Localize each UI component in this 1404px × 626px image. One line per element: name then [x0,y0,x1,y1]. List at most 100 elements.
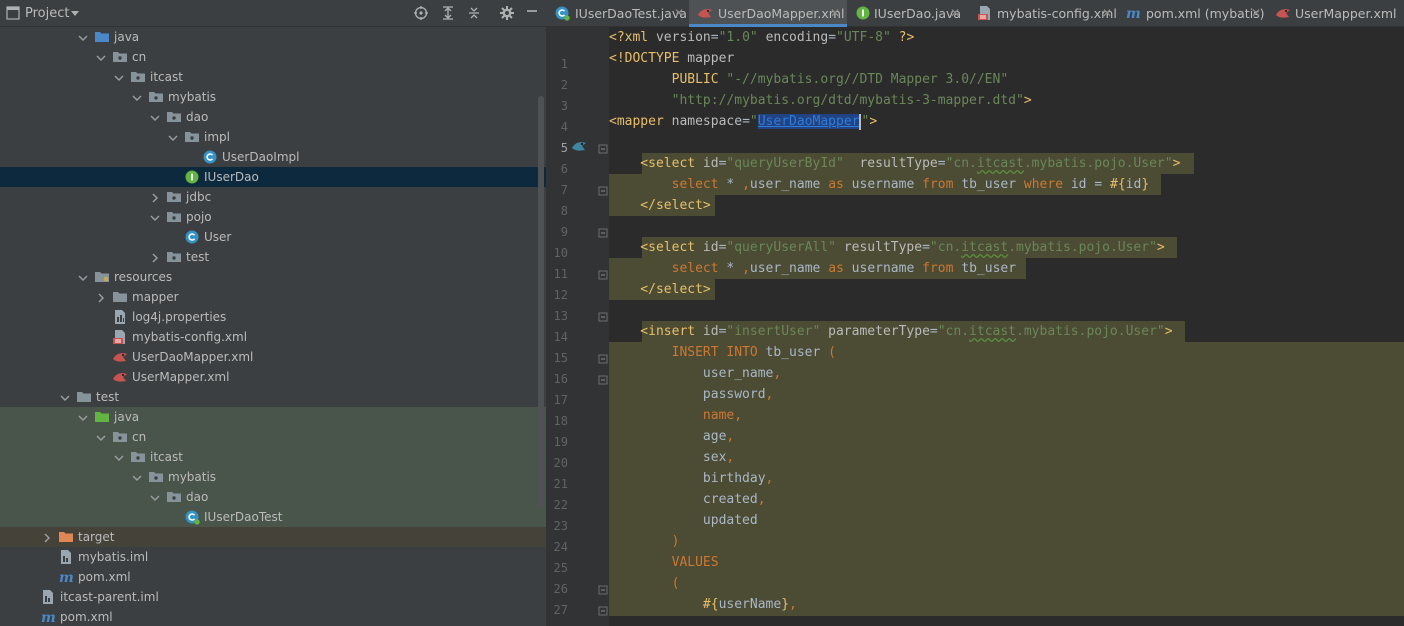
token: "-//mybatis.org//DTD Mapper 3.0//EN" [726,72,1009,87]
chevron-down-icon[interactable] [114,452,124,462]
token: password [609,387,766,402]
collapse-all-icon[interactable] [466,5,482,21]
tree-item[interactable]: impl [0,127,546,147]
close-icon[interactable]: ✕ [1102,6,1112,20]
chevron-down-icon[interactable] [150,112,160,122]
project-panel-header: Project [0,0,546,27]
chevron-right-icon[interactable] [150,192,160,203]
chevron-down-icon[interactable] [168,132,178,142]
chevron-down-icon[interactable] [96,432,106,442]
tree-item[interactable]: dao [0,487,546,507]
tree-item[interactable]: target [0,527,546,547]
expand-all-icon[interactable] [440,5,456,21]
view-dropdown-chevron-icon[interactable] [71,11,79,16]
tab-mybatis-config[interactable]: mybatis-config.xml ✕ [969,0,1117,27]
token: * [718,261,743,276]
token: > [1164,324,1173,339]
tree-item[interactable]: IUserDaoTest [0,507,546,527]
tree-item[interactable]: m pom.xml [0,567,546,587]
tab-pom-xml[interactable]: m pom.xml (mybatis) ✕ [1117,0,1267,27]
fold-toggle-icon[interactable] [598,227,608,238]
token: > [1156,240,1165,255]
token: select [671,261,719,276]
chevron-right-icon[interactable] [150,252,160,263]
tree-item[interactable]: UserDaoMapper.xml [0,347,546,367]
tab-label: pom.xml (mybatis) [1146,6,1265,21]
editor-gutter[interactable]: 1 2 3 4 5 6 7 8 9 10 11 12 13 14 15 16 17 18 19 20 21 22 23 24 2… [546,27,628,626]
fold-toggle-icon[interactable] [598,269,608,280]
close-icon[interactable]: ✕ [1251,6,1261,20]
fold-toggle-icon[interactable] [598,374,608,385]
locate-file-icon[interactable] [413,5,429,21]
tree-item[interactable]: UserDaoImpl [0,147,546,167]
chevron-down-icon[interactable] [150,492,160,502]
chevron-down-icon[interactable] [132,472,142,482]
tree-item[interactable]: mapper [0,287,546,307]
mybatis-navigation-icon[interactable] [571,139,587,153]
project-panel-title[interactable]: Project [25,6,69,21]
tree-item[interactable]: test [0,387,546,407]
chevron-down-icon[interactable] [78,32,88,42]
selected-namespace[interactable]: UserDaoMapper [757,114,860,129]
tree-item[interactable]: mybatis [0,467,546,487]
fold-toggle-icon[interactable] [598,584,608,595]
hide-panel-icon[interactable] [524,5,540,21]
close-icon[interactable]: ✕ [950,6,960,20]
mybatis-xml-icon [112,349,128,365]
tree-item[interactable]: m pom.xml [0,607,546,626]
tree-item[interactable]: IUserDao [0,167,546,187]
close-icon[interactable]: ✕ [674,6,684,20]
tab-iuserdaotest[interactable]: IUserDaoTest.java ✕ [546,0,689,27]
chevron-down-icon[interactable] [114,72,124,82]
fold-toggle-icon[interactable] [598,143,608,154]
code-editor[interactable]: <?xml version="1.0" encoding="UTF-8" ?> … [609,27,1404,626]
token: > [1023,93,1032,108]
chevron-down-icon[interactable] [60,392,70,402]
gear-icon[interactable] [499,5,515,21]
tree-item[interactable]: User [0,227,546,247]
tab-usermapper[interactable]: UserMapper.xml [1267,0,1404,27]
project-scrollbar[interactable] [538,96,544,508]
token: = [937,156,946,171]
tab-iuserdao[interactable]: IUserDao.java ✕ [847,0,969,27]
tab-label: IUserDaoTest.java [575,6,687,21]
token: user_name [749,261,829,276]
fold-toggle-icon[interactable] [598,311,608,322]
chevron-down-icon[interactable] [78,412,88,422]
tree-item[interactable]: cn [0,427,546,447]
tree-item[interactable]: java [0,407,546,427]
fold-toggle-icon[interactable] [598,605,608,616]
tree-item[interactable]: mybatis-config.xml [0,327,546,347]
tree-item-label: dao [186,110,209,124]
chevron-down-icon[interactable] [150,212,160,222]
chevron-down-icon[interactable] [96,52,106,62]
tree-item[interactable]: dao [0,107,546,127]
token: * [718,177,743,192]
tree-item[interactable]: itcast-parent.iml [0,587,546,607]
chevron-right-icon[interactable] [96,292,106,303]
token: = [929,324,938,339]
tree-item[interactable]: itcast [0,67,546,87]
chevron-down-icon[interactable] [132,92,142,102]
tree-item[interactable]: pojo [0,207,546,227]
tab-userdaomapper[interactable]: UserDaoMapper.xml ✕ [689,0,847,27]
tree-item[interactable]: mybatis [0,87,546,107]
fold-toggle-icon[interactable] [598,353,608,364]
chevron-right-icon[interactable] [42,532,52,543]
chevron-down-icon[interactable] [78,272,88,282]
close-icon[interactable]: ✕ [830,6,840,20]
tree-item[interactable]: itcast [0,447,546,467]
tree-item[interactable]: resources [0,267,546,287]
token: ( [671,576,680,591]
tree-item[interactable]: log4j.properties [0,307,546,327]
tree-item[interactable]: test [0,247,546,267]
tree-item[interactable]: mybatis.iml [0,547,546,567]
tree-item[interactable]: jdbc [0,187,546,207]
token: as [828,177,844,192]
tree-item[interactable]: UserMapper.xml [0,367,546,387]
line-number: 26 [553,582,568,596]
tree-item[interactable]: java [0,27,546,47]
tree-item[interactable]: cn [0,47,546,67]
fold-toggle-icon[interactable] [598,185,608,196]
